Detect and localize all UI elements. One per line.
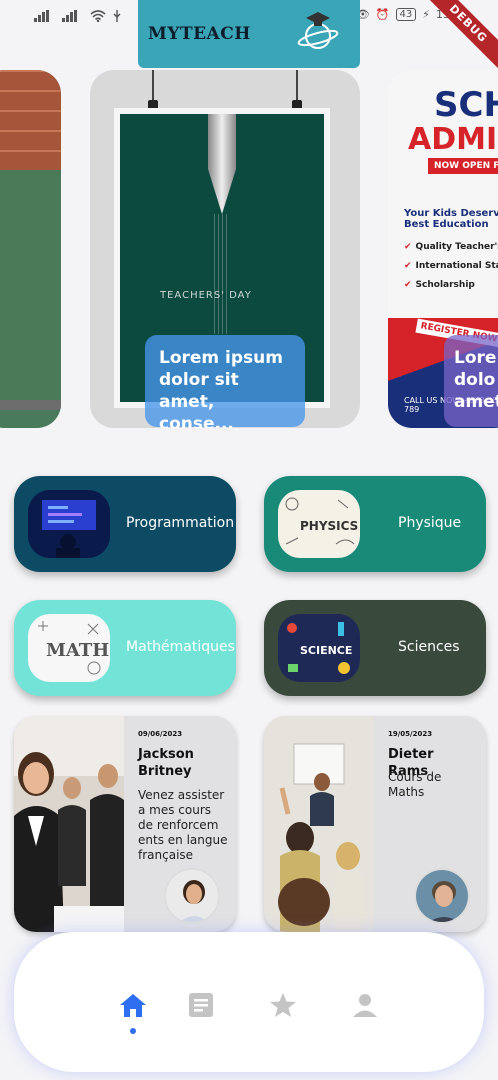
carousel-slide-school-admission[interactable]: SCH ADMI NOW OPEN F Your Kids Deserve Be… [388,70,498,428]
category-thumbnail: SCIENCE [278,614,360,682]
document-icon [189,993,213,1017]
teacher-card-photo [14,716,124,932]
usb-icon [113,10,121,22]
nav-documents[interactable] [186,990,216,1020]
category-thumbnail: PHYSICS [278,490,360,558]
bottom-navigation [14,932,484,1072]
coding-illustration [28,490,110,558]
app-name: MYTEACH [148,24,251,44]
signal-icon [34,10,49,22]
poster-title: TEACHERS' DAY [160,290,252,301]
ink-lines [214,214,230,334]
teacher-card[interactable]: 19/05/2023 Dieter Rams Cours de Maths [264,716,486,932]
math-doodle-illustration: MATH [28,614,110,682]
check-icon: ✔ [404,261,412,271]
check-icon: ✔ [404,242,412,252]
list-item: ✔ Quality Teacher's [404,238,498,257]
charging-icon: ⚡ [422,8,430,21]
teacher-description: Venez assister a mes cours de renforcem … [138,788,228,862]
avatar[interactable] [164,868,220,924]
category-label: Sciences [398,639,460,655]
physics-doodle-illustration: PHYSICS [278,490,360,558]
active-indicator [130,1028,136,1034]
list-item-label: Scholarship [415,280,475,290]
category-thumbnail: MATH [28,614,110,682]
list-item-label: Quality Teacher's [415,242,498,252]
svg-text:PHYSICS: PHYSICS [300,519,358,533]
signal-icon-2 [62,10,77,22]
post-date: 19/05/2023 [388,730,433,738]
board-ledge [0,400,61,410]
nav-profile[interactable] [350,990,380,1020]
home-icon [120,994,146,1017]
carousel-slide-classroom[interactable] [0,70,61,428]
category-label: Programmation [126,515,235,531]
battery-level: 43 [395,8,417,21]
nav-favorites[interactable] [268,990,298,1020]
poster-banner: NOW OPEN F [428,158,498,174]
alarm-icon: ⏰ [375,8,390,21]
nav-home[interactable] [118,990,148,1020]
poster-title-mid: ADMI [408,122,498,157]
slide-caption: Lore dolo amet [444,335,498,427]
svg-text:MATH: MATH [46,640,109,661]
avatar-image [166,870,218,922]
featured-carousel[interactable]: TEACHERS' DAY Lorem ipsum dolor sit amet… [0,70,498,430]
category-mathematiques[interactable]: MATH Mathématiques [14,600,236,696]
carousel-slide-teachers-day[interactable]: TEACHERS' DAY Lorem ipsum dolor sit amet… [90,70,360,428]
list-item: ✔ Scholarship [404,276,498,295]
svg-text:SCIENCE: SCIENCE [300,644,352,657]
category-label: Physique [398,515,462,531]
graduation-globe-icon [297,12,339,49]
star-icon [270,993,296,1017]
category-label: Mathématiques [126,639,235,655]
wifi-icon [90,10,106,22]
teacher-name: Jackson Britney [138,747,194,779]
chalkboard [0,170,61,410]
brick-wall [0,70,61,170]
category-programmation[interactable]: Programmation [14,476,236,572]
category-physique[interactable]: PHYSICS Physique [264,476,486,572]
teacher-card[interactable]: 09/06/2023 Jackson Britney Venez assiste… [14,716,236,932]
fountain-pen-illustration [208,114,236,214]
signal-indicators [34,10,122,22]
poster-tagline: Your Kids Deserve Best Education [404,208,498,230]
list-item: ✔International Stand [404,257,498,276]
poster-title-top: SCH [434,85,498,125]
list-item-label: International Stand [415,261,498,271]
category-sciences[interactable]: SCIENCE Sciences [264,600,486,696]
poster-feature-list: ✔Quality Teacher's ✔International Stand … [404,238,498,295]
hanging-wire [296,70,298,100]
science-illustration: SCIENCE [278,614,360,682]
slide-caption: Lorem ipsum dolor sit amet, conse... [145,335,305,428]
teacher-card-photo [264,716,374,932]
user-icon [353,994,377,1017]
avatar-image [416,870,468,922]
avatar[interactable] [414,868,470,924]
post-date: 09/06/2023 [138,730,183,738]
teacher-description: Cours de Maths [388,770,442,799]
hanging-wire [152,70,154,100]
category-thumbnail [28,490,110,558]
app-logo: MYTEACH [138,0,360,68]
system-indicators: 👁 ⏰ 43 ⚡ 13 [356,8,450,21]
check-icon: ✔ [404,280,412,290]
